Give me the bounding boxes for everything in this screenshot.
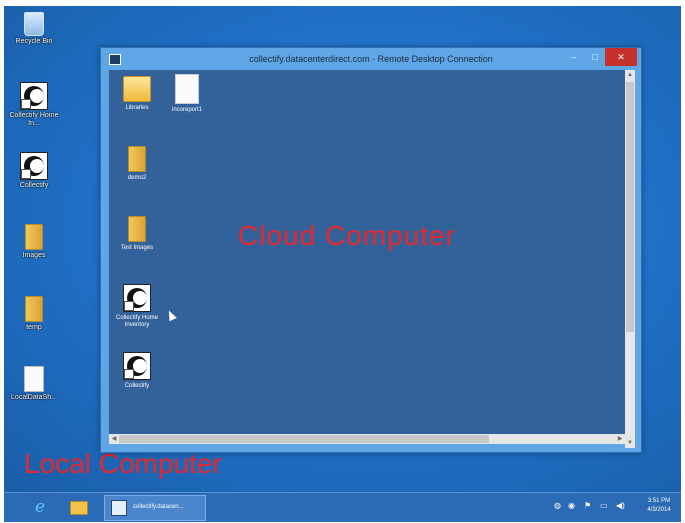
display-icon[interactable]: ▭ bbox=[600, 501, 608, 510]
folder-icon bbox=[70, 501, 88, 515]
remote-desktop-window[interactable]: collectify.datacenterdirect.com - Remote… bbox=[100, 47, 642, 453]
remote-desktop-app-icon bbox=[111, 500, 127, 516]
shortcut-arrow-icon bbox=[124, 369, 134, 379]
horizontal-scroll-thumb[interactable] bbox=[119, 435, 489, 443]
folder-icon bbox=[128, 216, 146, 242]
system-tray: ◍ ◉ ⚑ ▭ ◀) bbox=[554, 501, 634, 515]
folder-icon bbox=[25, 296, 43, 322]
remote-icon-label: Collectify bbox=[124, 383, 150, 389]
desktop-icon-label: LocalDataSh... bbox=[11, 394, 57, 401]
taskbar: e collectify.datacen... ◍ ◉ ⚑ ▭ ◀) 3:51 … bbox=[4, 492, 681, 522]
window-titlebar[interactable]: collectify.datacenterdirect.com - Remote… bbox=[101, 48, 641, 70]
window-title: collectify.datacenterdirect.com - Remote… bbox=[249, 54, 493, 64]
collectify-desktop-icon[interactable]: Collectify bbox=[4, 152, 64, 190]
shield-icon[interactable]: ◉ bbox=[568, 501, 575, 510]
close-button[interactable]: ✕ bbox=[605, 48, 637, 66]
folder-icon bbox=[25, 224, 43, 250]
collectify-shortcut-icon bbox=[123, 284, 151, 312]
collectify-shortcut-icon bbox=[20, 82, 48, 110]
speaker-icon[interactable]: ◀) bbox=[616, 501, 625, 510]
desktop-icon-label: temp bbox=[26, 324, 42, 331]
remote-libraries-icon[interactable]: Libraries bbox=[109, 76, 165, 112]
vertical-scrollbar[interactable]: ▲ ▼ bbox=[625, 70, 635, 448]
internet-explorer-icon[interactable]: e bbox=[28, 496, 52, 518]
libraries-icon bbox=[123, 76, 151, 102]
scroll-right-icon[interactable]: ▶ bbox=[615, 434, 625, 444]
vertical-scroll-thumb[interactable] bbox=[626, 82, 634, 332]
remote-test-images-icon[interactable]: Test Images bbox=[109, 216, 165, 252]
network-icon[interactable]: ◍ bbox=[554, 501, 561, 510]
desktop-icon-label: Images bbox=[22, 252, 46, 259]
collectify-shortcut-icon bbox=[123, 352, 151, 380]
remote-incoreport-icon[interactable]: incoreport1 bbox=[159, 74, 215, 114]
remote-icon-label: incoreport1 bbox=[171, 107, 203, 113]
scroll-left-icon[interactable]: ◀ bbox=[109, 434, 119, 444]
remote-desktop-area[interactable]: Libraries incoreport1 demo2 Test Images … bbox=[109, 70, 625, 434]
flag-icon[interactable]: ⚑ bbox=[584, 501, 591, 510]
temp-folder-desktop-icon[interactable]: temp bbox=[4, 296, 64, 332]
report-icon bbox=[175, 74, 199, 104]
scroll-down-icon[interactable]: ▼ bbox=[625, 438, 635, 448]
recycle-bin-icon bbox=[24, 12, 44, 36]
localdata-desktop-icon[interactable]: LocalDataSh... bbox=[4, 366, 64, 402]
desktop-icon-label: Collectify bbox=[19, 182, 49, 189]
remote-demo2-icon[interactable]: demo2 bbox=[109, 146, 165, 182]
remote-icon-label: Libraries bbox=[125, 105, 149, 111]
mouse-cursor-icon bbox=[165, 308, 177, 322]
taskbar-clock[interactable]: 3:51 PM 4/3/2014 bbox=[642, 497, 676, 515]
remote-icon-label: demo2 bbox=[127, 175, 147, 181]
scroll-up-icon[interactable]: ▲ bbox=[625, 70, 635, 80]
remote-icon-label: Test Images bbox=[120, 245, 154, 251]
shortcut-arrow-icon bbox=[21, 99, 31, 109]
taskbar-remote-desktop-button[interactable]: collectify.datacen... bbox=[104, 495, 206, 521]
horizontal-scrollbar[interactable]: ◀ ▶ bbox=[109, 434, 625, 444]
collectify-home-desktop-icon[interactable]: Collectify Home In... bbox=[4, 82, 64, 128]
desktop-icon-label: Collectify Home In... bbox=[9, 112, 59, 127]
remote-icon-label: Collectify Home Inventory bbox=[115, 315, 158, 328]
desktop-icon-label: Recycle Bin bbox=[15, 38, 53, 45]
recycle-bin-desktop-icon[interactable]: Recycle Bin bbox=[4, 12, 64, 46]
shortcut-arrow-icon bbox=[21, 169, 31, 179]
shortcut-arrow-icon bbox=[124, 301, 134, 311]
clock-date: 4/3/2014 bbox=[647, 507, 671, 513]
remote-collectify-home-icon[interactable]: Collectify Home Inventory bbox=[109, 284, 165, 329]
document-icon bbox=[24, 366, 44, 392]
clock-time: 3:51 PM bbox=[647, 498, 671, 504]
cloud-computer-annotation: Cloud Computer bbox=[238, 220, 456, 251]
maximize-button[interactable]: □ bbox=[585, 48, 605, 66]
remote-collectify-icon[interactable]: Collectify bbox=[109, 352, 165, 390]
collectify-shortcut-icon bbox=[20, 152, 48, 180]
images-folder-desktop-icon[interactable]: Images bbox=[4, 224, 64, 260]
user-folder-icon bbox=[128, 146, 146, 172]
file-explorer-icon[interactable] bbox=[66, 496, 90, 518]
taskbar-task-label: collectify.datacen... bbox=[133, 504, 184, 510]
minimize-button[interactable]: – bbox=[563, 48, 585, 66]
